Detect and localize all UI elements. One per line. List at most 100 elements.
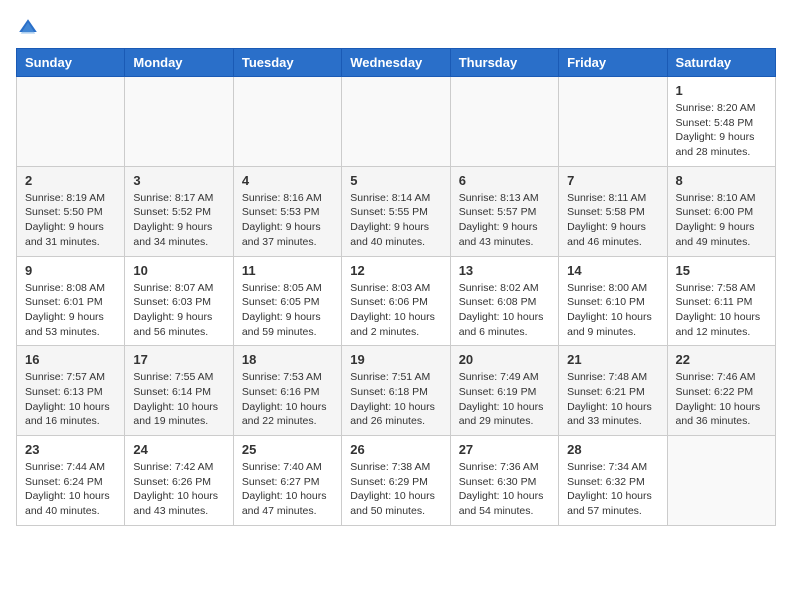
day-info: Sunrise: 7:48 AMSunset: 6:21 PMDaylight:…: [567, 370, 658, 429]
day-number: 25: [242, 442, 333, 457]
day-number: 17: [133, 352, 224, 367]
day-number: 23: [25, 442, 116, 457]
day-number: 28: [567, 442, 658, 457]
calendar-day-cell: 21 Sunrise: 7:48 AMSunset: 6:21 PMDayligh…: [559, 346, 667, 436]
calendar-day-cell: 27 Sunrise: 7:36 AMSunset: 6:30 PMDayligh…: [450, 436, 558, 526]
day-number: 11: [242, 263, 333, 278]
day-info: Sunrise: 7:40 AMSunset: 6:27 PMDaylight:…: [242, 460, 333, 519]
day-info: Sunrise: 8:19 AMSunset: 5:50 PMDaylight:…: [25, 191, 116, 250]
calendar-day-cell: 22 Sunrise: 7:46 AMSunset: 6:22 PMDayligh…: [667, 346, 775, 436]
day-number: 7: [567, 173, 658, 188]
calendar-day-cell: 28 Sunrise: 7:34 AMSunset: 6:32 PMDayligh…: [559, 436, 667, 526]
day-number: 10: [133, 263, 224, 278]
day-number: 20: [459, 352, 550, 367]
calendar-day-cell: 1Sunrise: 8:20 AMSunset: 5:48 PMDaylight…: [667, 77, 775, 167]
calendar-day-cell: 5 Sunrise: 8:14 AMSunset: 5:55 PMDaylight…: [342, 166, 450, 256]
day-info: Sunrise: 7:38 AMSunset: 6:29 PMDaylight:…: [350, 460, 441, 519]
day-info: Sunrise: 7:34 AMSunset: 6:32 PMDaylight:…: [567, 460, 658, 519]
day-info: Sunrise: 7:58 AMSunset: 6:11 PMDaylight:…: [676, 281, 767, 340]
day-of-week-header: Monday: [125, 49, 233, 77]
calendar-day-cell: 3 Sunrise: 8:17 AMSunset: 5:52 PMDaylight…: [125, 166, 233, 256]
calendar-day-cell: 4 Sunrise: 8:16 AMSunset: 5:53 PMDaylight…: [233, 166, 341, 256]
calendar-day-cell: [667, 436, 775, 526]
day-info: Sunrise: 7:44 AMSunset: 6:24 PMDaylight:…: [25, 460, 116, 519]
day-number: 26: [350, 442, 441, 457]
calendar-day-cell: 11 Sunrise: 8:05 AMSunset: 6:05 PMDayligh…: [233, 256, 341, 346]
calendar-day-cell: 13 Sunrise: 8:02 AMSunset: 6:08 PMDayligh…: [450, 256, 558, 346]
day-info: Sunrise: 7:46 AMSunset: 6:22 PMDaylight:…: [676, 370, 767, 429]
day-info: Sunrise: 8:11 AMSunset: 5:58 PMDaylight:…: [567, 191, 658, 250]
day-info: Sunrise: 8:16 AMSunset: 5:53 PMDaylight:…: [242, 191, 333, 250]
calendar-week-row: 16 Sunrise: 7:57 AMSunset: 6:13 PMDayligh…: [17, 346, 776, 436]
calendar-day-cell: 12Sunrise: 8:03 AMSunset: 6:06 PMDayligh…: [342, 256, 450, 346]
calendar-day-cell: 25 Sunrise: 7:40 AMSunset: 6:27 PMDayligh…: [233, 436, 341, 526]
day-of-week-header: Tuesday: [233, 49, 341, 77]
day-number: 15: [676, 263, 767, 278]
day-info: Sunrise: 7:42 AMSunset: 6:26 PMDaylight:…: [133, 460, 224, 519]
day-number: 27: [459, 442, 550, 457]
calendar-day-cell: [125, 77, 233, 167]
calendar-day-cell: [342, 77, 450, 167]
day-number: 8: [676, 173, 767, 188]
calendar-week-row: 9 Sunrise: 8:08 AMSunset: 6:01 PMDaylight…: [17, 256, 776, 346]
day-number: 18: [242, 352, 333, 367]
calendar-day-cell: 14 Sunrise: 8:00 AMSunset: 6:10 PMDayligh…: [559, 256, 667, 346]
calendar-day-cell: 7 Sunrise: 8:11 AMSunset: 5:58 PMDaylight…: [559, 166, 667, 256]
day-number: 9: [25, 263, 116, 278]
logo: [16, 16, 44, 40]
day-info: Sunrise: 8:05 AMSunset: 6:05 PMDaylight:…: [242, 281, 333, 340]
day-info: Sunrise: 8:08 AMSunset: 6:01 PMDaylight:…: [25, 281, 116, 340]
calendar-day-cell: 18Sunrise: 7:53 AMSunset: 6:16 PMDayligh…: [233, 346, 341, 436]
day-number: 21: [567, 352, 658, 367]
calendar-day-cell: 19Sunrise: 7:51 AMSunset: 6:18 PMDayligh…: [342, 346, 450, 436]
day-info: Sunrise: 8:07 AMSunset: 6:03 PMDaylight:…: [133, 281, 224, 340]
day-info: Sunrise: 8:13 AMSunset: 5:57 PMDaylight:…: [459, 191, 550, 250]
day-info: Sunrise: 8:14 AMSunset: 5:55 PMDaylight:…: [350, 191, 441, 250]
day-number: 13: [459, 263, 550, 278]
calendar-day-cell: 23 Sunrise: 7:44 AMSunset: 6:24 PMDayligh…: [17, 436, 125, 526]
day-number: 22: [676, 352, 767, 367]
calendar-day-cell: 6 Sunrise: 8:13 AMSunset: 5:57 PMDaylight…: [450, 166, 558, 256]
day-info: Sunrise: 8:20 AMSunset: 5:48 PMDaylight:…: [676, 101, 767, 160]
day-of-week-header: Saturday: [667, 49, 775, 77]
day-info: Sunrise: 8:00 AMSunset: 6:10 PMDaylight:…: [567, 281, 658, 340]
day-number: 24: [133, 442, 224, 457]
day-number: 14: [567, 263, 658, 278]
calendar-day-cell: 8 Sunrise: 8:10 AMSunset: 6:00 PMDaylight…: [667, 166, 775, 256]
day-number: 16: [25, 352, 116, 367]
day-of-week-header: Sunday: [17, 49, 125, 77]
day-number: 5: [350, 173, 441, 188]
calendar-day-cell: 24 Sunrise: 7:42 AMSunset: 6:26 PMDayligh…: [125, 436, 233, 526]
day-of-week-header: Friday: [559, 49, 667, 77]
calendar-week-row: 2 Sunrise: 8:19 AMSunset: 5:50 PMDaylight…: [17, 166, 776, 256]
calendar-day-cell: 20 Sunrise: 7:49 AMSunset: 6:19 PMDayligh…: [450, 346, 558, 436]
day-info: Sunrise: 7:49 AMSunset: 6:19 PMDaylight:…: [459, 370, 550, 429]
day-number: 2: [25, 173, 116, 188]
page-header: [16, 16, 776, 40]
calendar-week-row: 23 Sunrise: 7:44 AMSunset: 6:24 PMDayligh…: [17, 436, 776, 526]
calendar-day-cell: 16 Sunrise: 7:57 AMSunset: 6:13 PMDayligh…: [17, 346, 125, 436]
day-number: 6: [459, 173, 550, 188]
day-of-week-header: Thursday: [450, 49, 558, 77]
day-info: Sunrise: 7:57 AMSunset: 6:13 PMDaylight:…: [25, 370, 116, 429]
day-info: Sunrise: 7:51 AMSunset: 6:18 PMDaylight:…: [350, 370, 441, 429]
calendar-day-cell: 2 Sunrise: 8:19 AMSunset: 5:50 PMDaylight…: [17, 166, 125, 256]
calendar-week-row: 1Sunrise: 8:20 AMSunset: 5:48 PMDaylight…: [17, 77, 776, 167]
day-of-week-header: Wednesday: [342, 49, 450, 77]
calendar-day-cell: 17 Sunrise: 7:55 AMSunset: 6:14 PMDayligh…: [125, 346, 233, 436]
day-info: Sunrise: 8:02 AMSunset: 6:08 PMDaylight:…: [459, 281, 550, 340]
calendar-table: SundayMondayTuesdayWednesdayThursdayFrid…: [16, 48, 776, 526]
day-number: 4: [242, 173, 333, 188]
calendar-day-cell: [17, 77, 125, 167]
day-info: Sunrise: 8:17 AMSunset: 5:52 PMDaylight:…: [133, 191, 224, 250]
day-number: 12: [350, 263, 441, 278]
calendar-header-row: SundayMondayTuesdayWednesdayThursdayFrid…: [17, 49, 776, 77]
calendar-day-cell: [559, 77, 667, 167]
day-info: Sunrise: 8:10 AMSunset: 6:00 PMDaylight:…: [676, 191, 767, 250]
calendar-day-cell: [450, 77, 558, 167]
day-info: Sunrise: 7:36 AMSunset: 6:30 PMDaylight:…: [459, 460, 550, 519]
day-number: 3: [133, 173, 224, 188]
calendar-day-cell: 9 Sunrise: 8:08 AMSunset: 6:01 PMDaylight…: [17, 256, 125, 346]
day-info: Sunrise: 7:55 AMSunset: 6:14 PMDaylight:…: [133, 370, 224, 429]
logo-icon: [16, 16, 40, 40]
